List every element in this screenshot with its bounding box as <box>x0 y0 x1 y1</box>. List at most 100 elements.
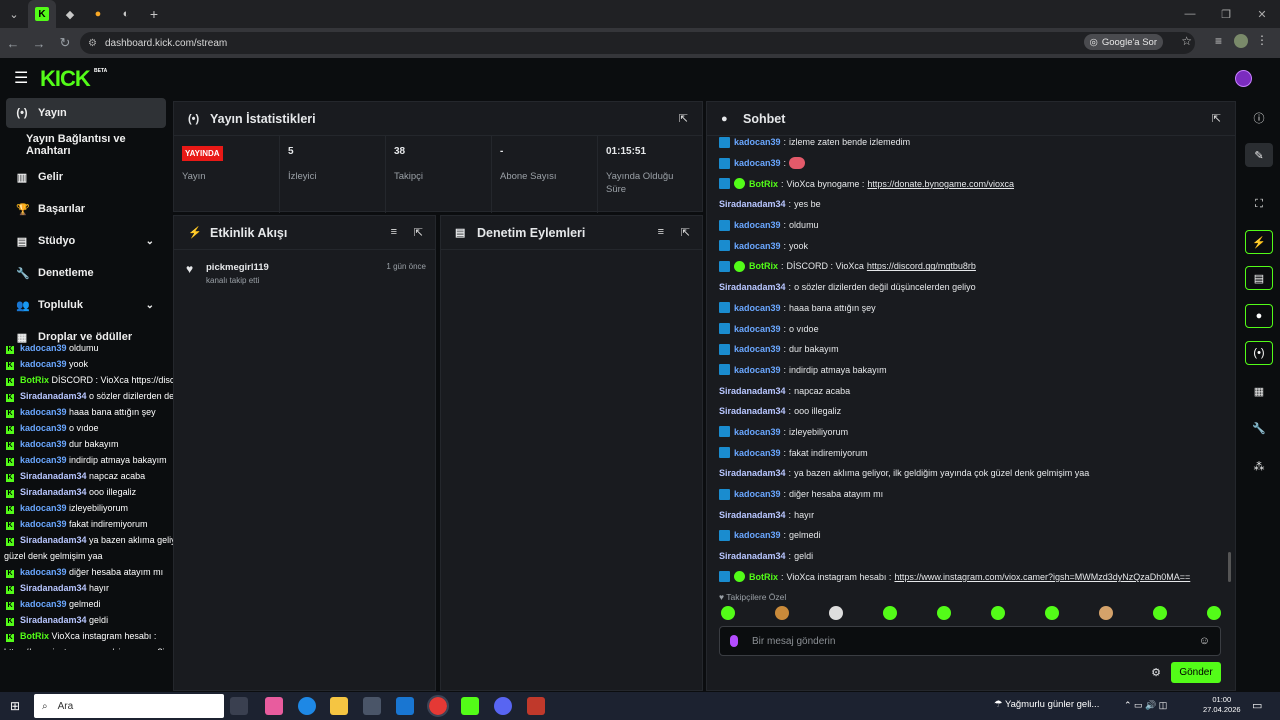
chat-username[interactable]: BotRix <box>749 179 778 189</box>
kick-logo[interactable]: KICK <box>40 66 91 92</box>
emote[interactable] <box>1099 606 1113 620</box>
chat-scrollbar[interactable] <box>1228 552 1231 582</box>
kick-app-icon[interactable] <box>461 697 479 715</box>
emote[interactable] <box>1153 606 1167 620</box>
chat-username[interactable]: Siradanadam34 <box>719 406 786 416</box>
site-info-icon[interactable]: ⚙ <box>88 38 97 49</box>
emote[interactable] <box>937 606 951 620</box>
tab-kick-dashboard[interactable]: K <box>28 0 56 28</box>
emote[interactable] <box>883 606 897 620</box>
chat-message[interactable]: kadocan39: yook <box>719 235 1229 256</box>
sidebar-item-basarilar[interactable]: 🏆 Başarılar <box>6 194 166 224</box>
windows-start-icon[interactable]: ⊞ <box>10 699 20 713</box>
wrench-icon[interactable]: 🔧 <box>1245 416 1273 440</box>
chat-username[interactable]: kadocan39 <box>734 137 781 147</box>
chat-username[interactable]: BotRix <box>749 261 778 271</box>
lightning-icon[interactable]: ⚡ <box>1245 230 1273 254</box>
chat-username[interactable]: kadocan39 <box>734 344 781 354</box>
chat-message[interactable]: kadocan39: o vıdoe <box>719 318 1229 339</box>
pencil-icon[interactable]: ✎ <box>1245 143 1273 167</box>
filter-icon[interactable]: ≡ <box>391 226 397 238</box>
browser-menu-icon[interactable]: ⋮ <box>1256 33 1268 47</box>
document-icon[interactable]: ▤ <box>1245 266 1273 290</box>
task-view-icon[interactable] <box>230 697 248 715</box>
new-tab-button[interactable]: + <box>140 0 168 28</box>
chat-input[interactable]: Bir mesaj gönderin ☺ <box>719 626 1221 656</box>
sidebar-item-gelir[interactable]: ▥ Gelir <box>6 162 166 192</box>
sidebar-item-denetleme[interactable]: 🔧 Denetleme <box>6 258 166 288</box>
chat-settings-icon[interactable]: ⚙ <box>1151 666 1161 679</box>
bookmark-star-icon[interactable]: ☆ <box>1181 34 1192 48</box>
chat-username[interactable]: kadocan39 <box>734 241 781 251</box>
tab-3[interactable]: ● <box>84 0 112 28</box>
app-icon[interactable] <box>527 697 545 715</box>
chat-username[interactable]: kadocan39 <box>734 220 781 230</box>
chat-message[interactable]: kadocan39: izleyebiliyorum <box>719 422 1229 443</box>
copilot-icon[interactable] <box>265 697 283 715</box>
emote[interactable] <box>1045 606 1059 620</box>
chat-message[interactable]: kadocan39: fakat indiremiyorum <box>719 442 1229 463</box>
minimize-icon[interactable]: — <box>1172 0 1208 28</box>
emote[interactable] <box>775 606 789 620</box>
chat-messages[interactable]: kadocan39: izleme zaten bende izlemedim ka… <box>719 132 1229 584</box>
chat-username[interactable]: Siradanadam34 <box>719 386 786 396</box>
chat-username[interactable]: kadocan39 <box>734 303 781 313</box>
chat-message[interactable]: kadocan39: indirdip atmaya bakayım <box>719 360 1229 381</box>
chat-username[interactable]: Siradanadam34 <box>719 551 786 561</box>
store-icon[interactable] <box>363 697 381 715</box>
chat-username[interactable]: kadocan39 <box>734 489 781 499</box>
chat-username[interactable]: kadocan39 <box>734 324 781 334</box>
tab-list-icon[interactable]: ⌄ <box>0 0 28 28</box>
tab-2[interactable]: ◆ <box>56 0 84 28</box>
tab-4[interactable]: ◐ <box>112 0 140 28</box>
chat-bubble-icon[interactable]: ● <box>1245 304 1273 328</box>
sidebar-item-yayin[interactable]: (•) Yayın <box>6 98 166 128</box>
chat-message[interactable]: Siradanadam34: ya bazen aklıma geliyor, i… <box>719 463 1229 484</box>
forward-icon[interactable]: → <box>26 30 52 56</box>
chat-username[interactable]: kadocan39 <box>734 365 781 375</box>
apps-icon[interactable]: ⁂ <box>1245 454 1273 478</box>
emoji-icon[interactable]: ☺ <box>1199 635 1210 647</box>
chat-message[interactable]: Siradanadam34: ooo illegaliz <box>719 401 1229 422</box>
chat-username[interactable]: kadocan39 <box>734 158 781 168</box>
popout-icon[interactable]: ⇱ <box>681 226 690 239</box>
popout-icon[interactable]: ⇱ <box>414 226 423 239</box>
chrome-icon[interactable] <box>427 695 449 717</box>
chat-message[interactable]: BotRix: VioXca bynogame : https://donate.b… <box>719 173 1229 194</box>
chat-link[interactable]: https://discord.gg/mgtbu8rb <box>867 261 976 271</box>
back-icon[interactable]: ← <box>0 30 26 56</box>
emote[interactable] <box>1207 606 1221 620</box>
chat-message[interactable]: kadocan39: haaa bana attığın şey <box>719 298 1229 319</box>
chat-message[interactable]: Siradanadam34: geldi <box>719 546 1229 567</box>
url-field[interactable]: ⚙ dashboard.kick.com/stream <box>80 32 1195 54</box>
chat-message[interactable]: Siradanadam34: o sözler dizilerden değil … <box>719 277 1229 298</box>
taskbar-clock[interactable]: 01:00 27.04.2026 <box>1203 695 1241 715</box>
edge-icon[interactable] <box>298 697 316 715</box>
discord-icon[interactable] <box>494 697 512 715</box>
chat-message[interactable]: BotRix: VioXca instagram hesabı : https://… <box>719 566 1229 584</box>
chat-message[interactable]: Siradanadam34: hayır <box>719 504 1229 525</box>
chat-message[interactable]: kadocan39: dur bakayım <box>719 339 1229 360</box>
activity-user[interactable]: pickmegirl119 <box>206 262 269 273</box>
chat-username[interactable]: kadocan39 <box>734 530 781 540</box>
file-explorer-icon[interactable] <box>330 697 348 715</box>
chat-message[interactable]: Siradanadam34: napcaz acaba <box>719 380 1229 401</box>
popout-icon[interactable]: ⇱ <box>679 112 688 125</box>
chat-message[interactable]: kadocan39: <box>719 153 1229 174</box>
chat-message[interactable]: kadocan39: diğer hesaba atayım mı <box>719 484 1229 505</box>
tray-icons[interactable]: ⌃ ▭ 🔊 ◫ <box>1124 700 1167 711</box>
close-icon[interactable]: ✕ <box>1244 0 1280 28</box>
popout-icon[interactable]: ⇱ <box>1212 112 1221 125</box>
chat-message[interactable]: kadocan39: izleme zaten bende izlemedim <box>719 132 1229 153</box>
info-icon[interactable]: ⓘ <box>1245 106 1273 130</box>
chat-message[interactable]: BotRix: DİSCORD : VioXca https://discord.g… <box>719 256 1229 277</box>
chat-message[interactable]: kadocan39: oldumu <box>719 215 1229 236</box>
send-button[interactable]: Gönder <box>1171 662 1221 683</box>
sidebar-item-topluluk[interactable]: 👥 Topluluk ⌄ <box>6 290 166 320</box>
maximize-icon[interactable]: ❐ <box>1208 0 1244 28</box>
sidebar-item-stream-key[interactable]: Yayın Bağlantısı ve Anahtarı <box>6 130 166 160</box>
chat-link[interactable]: https://donate.bynogame.com/vioxca <box>867 179 1014 189</box>
weather-widget[interactable]: ☂ Yağmurlu günler geli... <box>994 699 1099 710</box>
chat-username[interactable]: BotRix <box>749 572 778 582</box>
user-avatar[interactable] <box>1235 70 1252 87</box>
